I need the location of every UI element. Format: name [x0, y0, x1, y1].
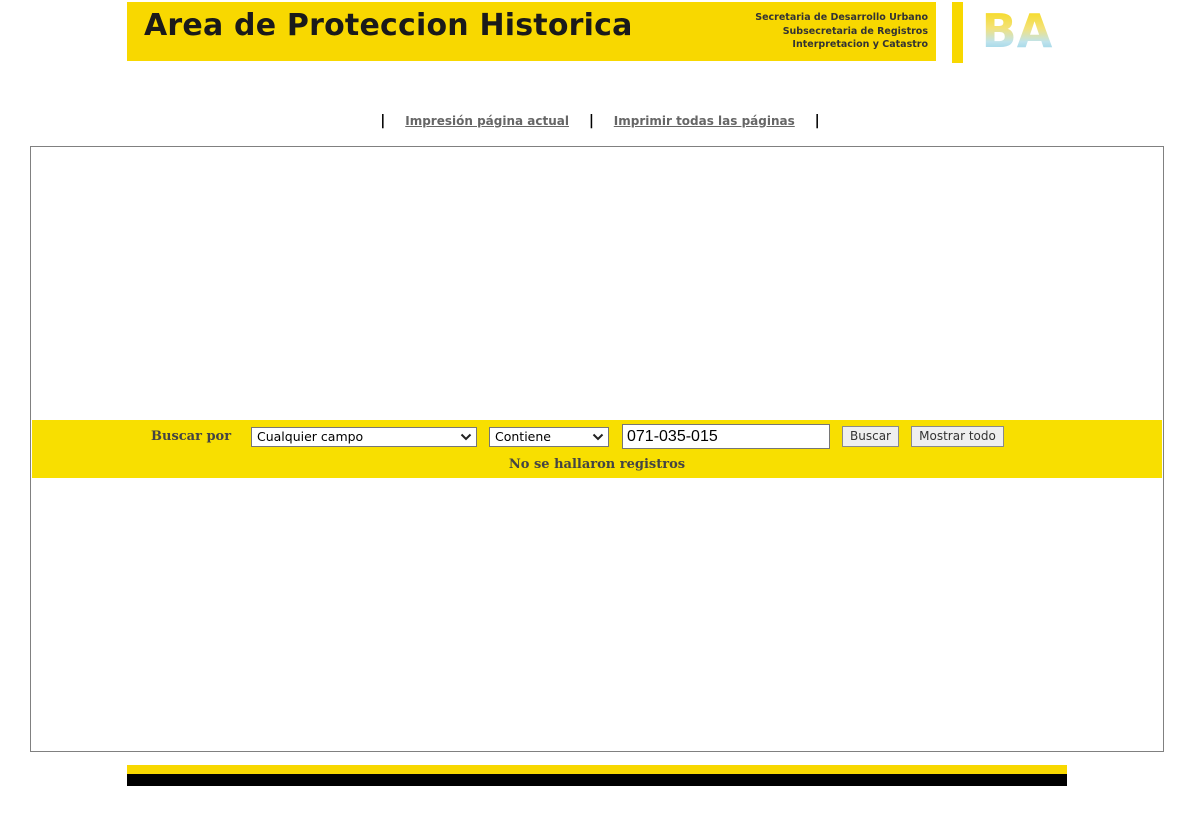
search-field-select[interactable]: Cualquier campo	[251, 427, 477, 447]
no-records-message: No se hallaron registros	[508, 457, 686, 472]
search-bar: Buscar por Cualquier campo Contiene Busc…	[32, 420, 1162, 478]
department-line-1: Secretaria de Desarrollo Urbano	[755, 12, 928, 23]
chevron-down-icon	[592, 433, 604, 441]
separator: |	[380, 113, 386, 129]
ba-logo-text: BA	[982, 5, 1053, 53]
show-all-button[interactable]: Mostrar todo	[911, 426, 1004, 447]
department-line-3: Interpretacion y Catastro	[792, 39, 928, 50]
print-current-page-link[interactable]: Impresión página actual	[405, 114, 569, 128]
department-line-2: Subsecretaria de Registros	[782, 25, 928, 37]
search-operator-select[interactable]: Contiene	[489, 427, 609, 447]
search-operator-value: Contiene	[495, 429, 551, 444]
department-info: Secretaria de Desarrollo Urbano Subsecre…	[755, 11, 928, 52]
page-title: Area de Proteccion Historica	[144, 8, 633, 43]
search-input[interactable]	[622, 424, 830, 449]
search-button[interactable]: Buscar	[842, 426, 899, 447]
print-links-bar: | Impresión página actual | Imprimir tod…	[0, 113, 1200, 133]
print-all-pages-link[interactable]: Imprimir todas las páginas	[614, 114, 795, 128]
search-field-value: Cualquier campo	[257, 429, 364, 444]
header-banner: Area de Proteccion Historica Secretaria …	[127, 2, 936, 61]
separator: |	[588, 113, 594, 129]
results-panel: Buscar por Cualquier campo Contiene Busc…	[30, 146, 1164, 752]
ba-logo: BA	[982, 5, 1053, 53]
footer-black-bar	[127, 774, 1067, 786]
header-stripe	[952, 2, 963, 63]
search-by-label: Buscar por	[151, 429, 232, 444]
separator: |	[814, 113, 820, 129]
chevron-down-icon	[460, 433, 472, 441]
footer-yellow-bar	[127, 765, 1067, 774]
